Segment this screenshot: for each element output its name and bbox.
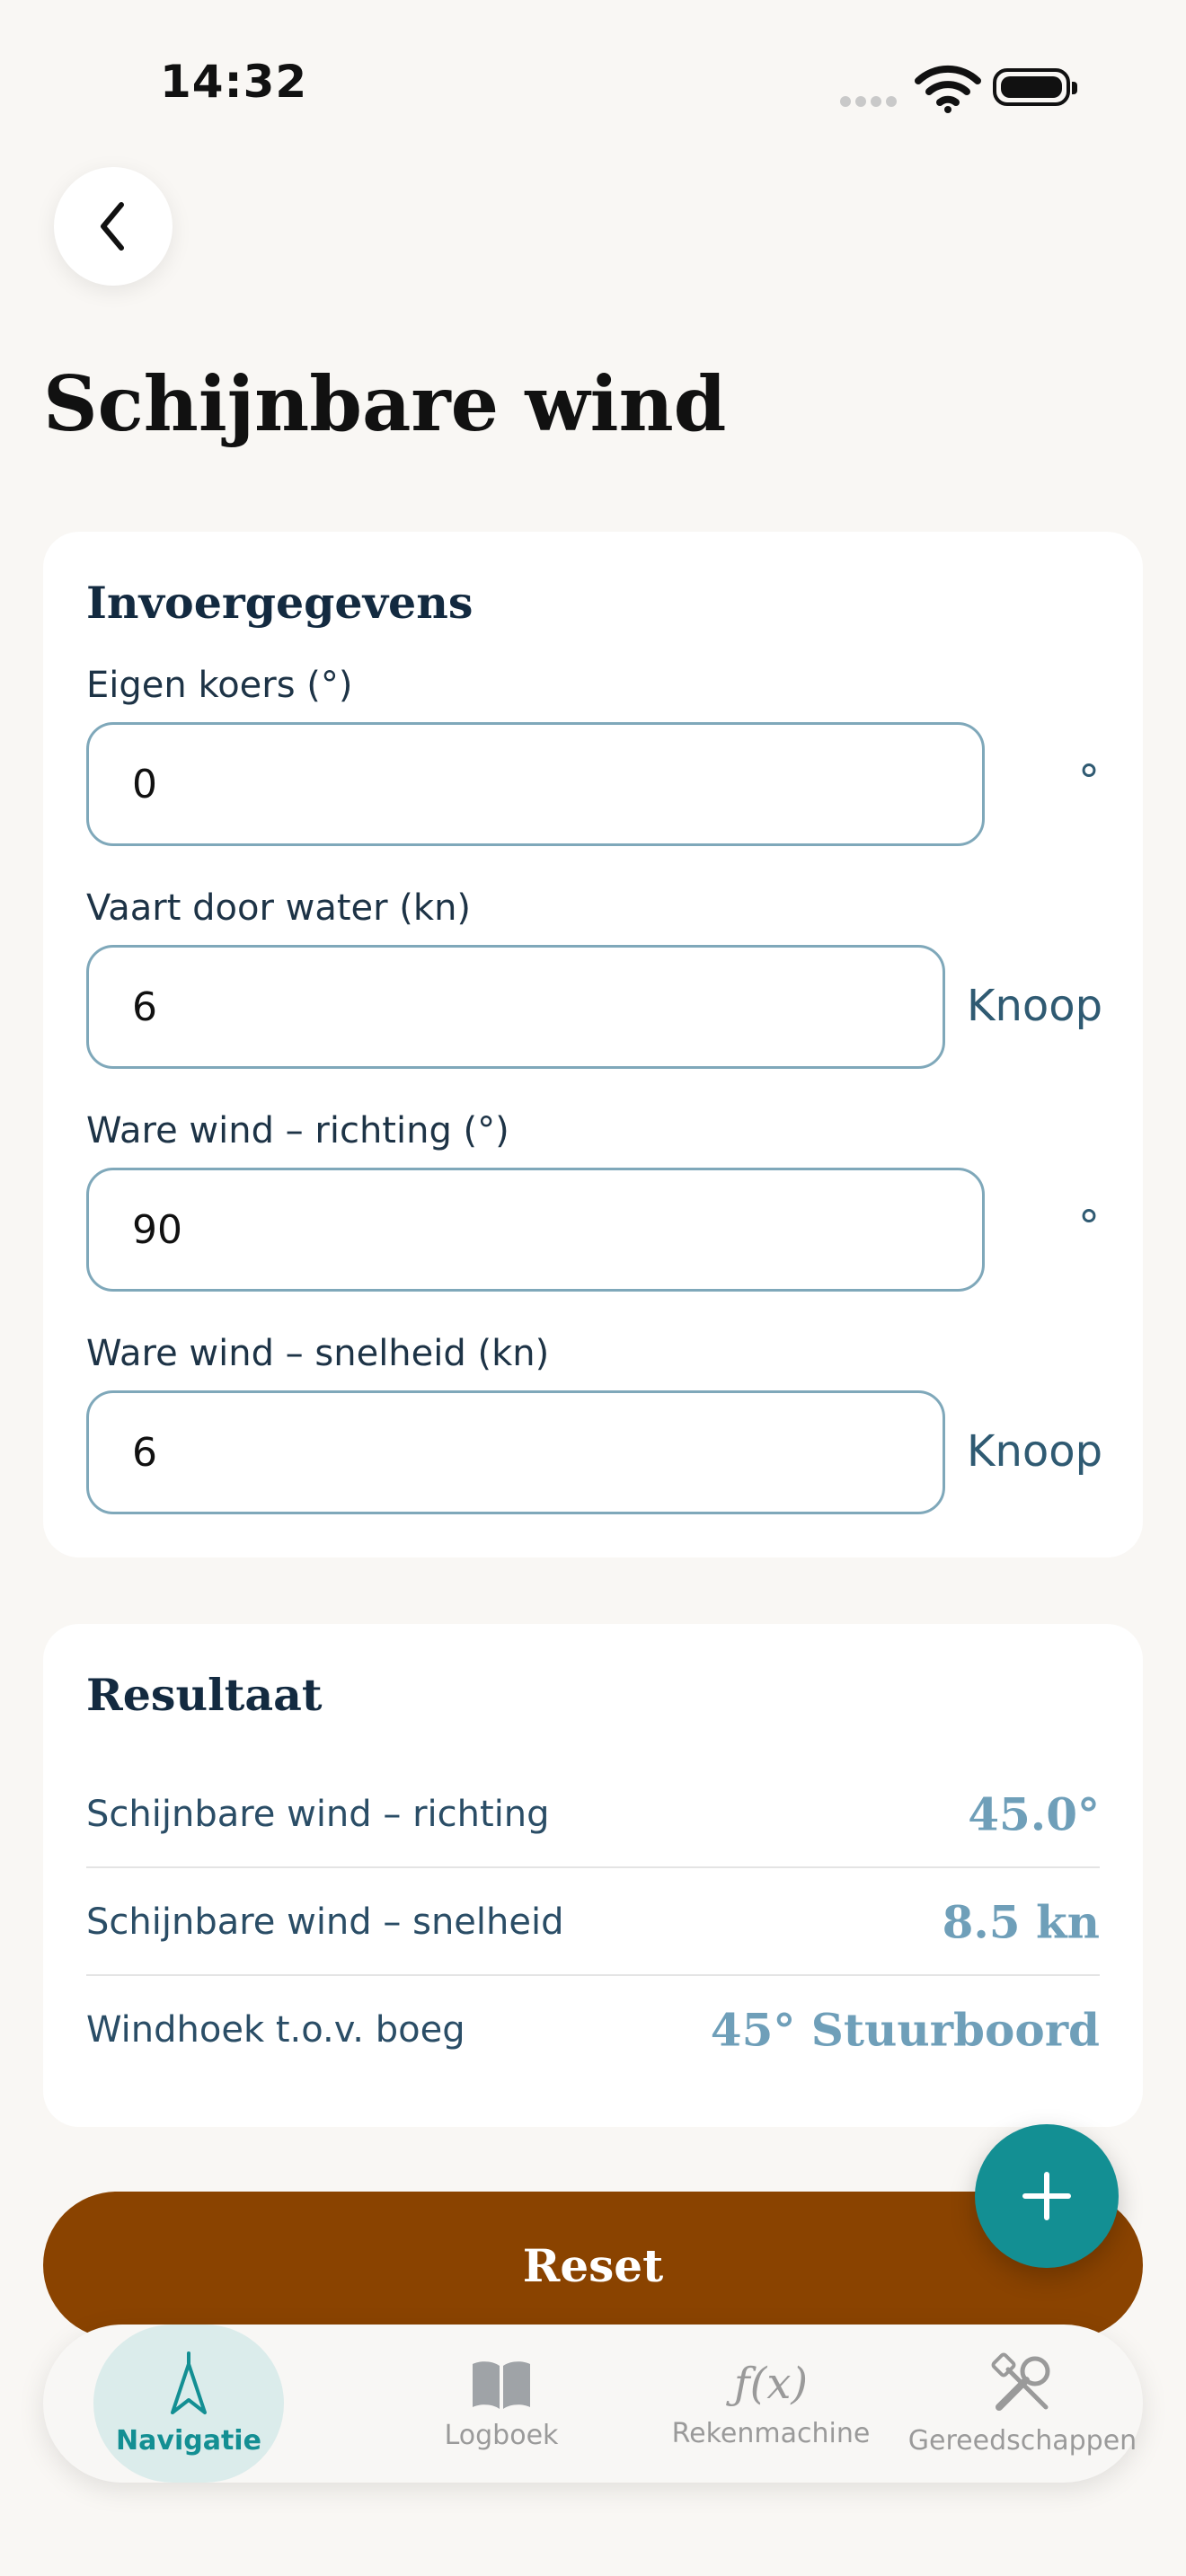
wifi-icon (915, 65, 981, 113)
field-label-wind-speed: Ware wind – snelheid (kn) (86, 1333, 550, 1374)
chevron-left-icon (101, 202, 124, 251)
book-icon (473, 2360, 530, 2409)
bottom-nav: Navigatie Logboek ƒ(x) Rekenmachine Gere… (43, 2325, 1143, 2483)
back-button[interactable] (54, 167, 173, 286)
wind-speed-unit: Knoop (967, 1426, 1103, 1477)
reset-button-label: Reset (522, 2238, 664, 2292)
wind-speed-input[interactable]: 6 (86, 1390, 945, 1514)
result-label: Schijnbare wind – snelheid (86, 1901, 564, 1943)
status-time: 14:32 (160, 56, 308, 108)
result-label: Schijnbare wind – richting (86, 1794, 550, 1835)
nav-label: Navigatie (116, 2424, 261, 2457)
course-unit: ° (1078, 756, 1100, 807)
result-value: 8.5 kn (942, 1895, 1100, 1949)
result-card-heading: Resultaat (86, 1669, 323, 1721)
function-icon: ƒ(x) (733, 2358, 809, 2409)
field-label-speed: Vaart door water (kn) (86, 887, 472, 929)
speed-input[interactable]: 6 (86, 945, 945, 1069)
page-title: Schijnbare wind (43, 359, 727, 448)
result-value: 45° Stuurboord (710, 2003, 1100, 2057)
result-value: 45.0° (968, 1787, 1100, 1841)
result-row-speed: Schijnbare wind – snelheid 8.5 kn (86, 1868, 1100, 1976)
nav-label: Gereedschappen (907, 2424, 1137, 2457)
nav-item-logboek[interactable]: Logboek (385, 2325, 618, 2483)
wind-direction-input[interactable]: 90 (86, 1168, 985, 1292)
battery-icon (993, 68, 1077, 106)
result-card: Resultaat Schijnbare wind – richting 45.… (43, 1624, 1143, 2127)
wind-direction-unit: ° (1078, 1202, 1100, 1252)
cellular-signal-icon (840, 93, 903, 107)
nav-item-rekenmachine[interactable]: ƒ(x) Rekenmachine (654, 2325, 888, 2483)
plus-icon (1022, 2172, 1071, 2220)
result-row-direction: Schijnbare wind – richting 45.0° (86, 1760, 1100, 1868)
result-row-wind-angle: Windhoek t.o.v. boeg 45° Stuurboord (86, 1976, 1100, 2084)
field-label-wind-direction: Ware wind – richting (°) (86, 1110, 509, 1151)
course-input[interactable]: 0 (86, 722, 985, 846)
result-label: Windhoek t.o.v. boeg (86, 2009, 465, 2051)
nav-item-gereedschappen[interactable]: Gereedschappen (906, 2325, 1139, 2483)
input-card-heading: Invoergegevens (86, 577, 474, 629)
speed-unit: Knoop (967, 981, 1103, 1031)
input-card: Invoergegevens Eigen koers (°) 0 ° Vaart… (43, 532, 1143, 1557)
field-label-course: Eigen koers (°) (86, 665, 353, 706)
navigation-arrow-icon (171, 2351, 207, 2414)
nav-item-navigatie[interactable]: Navigatie (93, 2325, 284, 2483)
add-fab-button[interactable] (975, 2124, 1119, 2268)
tools-icon (991, 2352, 1050, 2411)
nav-label: Logboek (444, 2419, 559, 2451)
nav-label: Rekenmachine (671, 2417, 871, 2449)
